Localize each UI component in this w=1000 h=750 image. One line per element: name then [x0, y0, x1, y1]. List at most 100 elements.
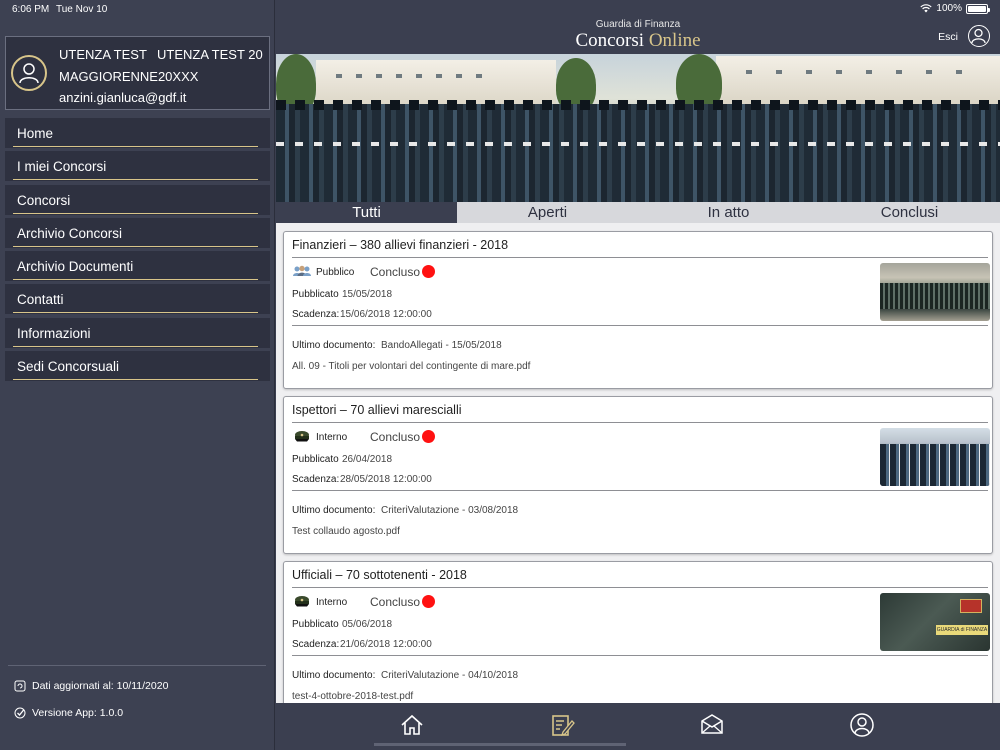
military-cap-icon	[295, 431, 309, 442]
last-document-file: test-4-ottobre-2018-test.pdf	[292, 691, 414, 702]
last-document-value: BandoAllegati - 15/05/2018	[381, 340, 502, 351]
sidebar-item-miei-concorsi[interactable]: I miei Concorsi	[5, 151, 270, 182]
item-underline	[13, 345, 258, 347]
user-name-first: UTENZA TEST	[59, 47, 147, 62]
battery-percent: 100%	[936, 3, 962, 14]
last-document-value: CriteriValutazione - 03/08/2018	[381, 505, 519, 516]
item-underline	[13, 146, 258, 147]
published-date: 15/05/2018	[342, 289, 393, 300]
app-version-label: Versione App: 1.0.0	[32, 707, 124, 719]
sidebar-item-concorsi[interactable]: Concorsi	[5, 184, 270, 215]
sidebar: UTENZA TEST UTENZA TEST 20 MAGGIORENNE20…	[0, 0, 275, 750]
published-label: Pubblicato	[292, 454, 339, 465]
wifi-icon	[920, 4, 933, 13]
deadline-date: 15/06/2018 12:00:00	[340, 309, 432, 320]
status-dot	[422, 265, 435, 278]
sidebar-item-label: Home	[17, 126, 54, 141]
item-underline	[13, 245, 258, 247]
sync-icon	[14, 680, 26, 692]
sidebar-item-label: Concorsi	[17, 192, 71, 208]
brand-title-part1: Concorsi	[575, 30, 649, 51]
avatar-icon	[11, 55, 47, 91]
deadline-date: 21/06/2018 12:00:00	[340, 639, 432, 650]
tab-aperti[interactable]: Aperti	[457, 202, 638, 223]
published-date: 05/06/2018	[342, 619, 393, 630]
concorso-card[interactable]: Finanzieri – 380 allievi finanzieri - 20…	[283, 231, 993, 389]
status-right: 100%	[920, 3, 990, 14]
card-thumbnail	[880, 263, 990, 321]
published-date: 26/04/2018	[342, 454, 393, 465]
sidebar-item-home[interactable]: Home	[5, 118, 270, 148]
published-label: Pubblicato	[292, 619, 339, 630]
divider	[292, 587, 988, 588]
divider	[292, 422, 988, 423]
status-bar: 6:06 PM Tue Nov 10 100%	[0, 0, 1000, 18]
card-status: Concluso	[370, 595, 421, 609]
card-status: Concluso	[370, 430, 421, 444]
last-document-label: Ultimo documento:	[292, 505, 376, 516]
military-cap-icon	[295, 596, 309, 607]
divider	[292, 325, 988, 326]
hero-image	[276, 54, 1000, 202]
deadline-date: 28/05/2018 12:00:00	[340, 474, 432, 485]
document-edit-icon[interactable]	[549, 712, 575, 738]
card-title: Finanzieri – 380 allievi finanzieri - 20…	[292, 238, 509, 252]
status-dot	[422, 595, 435, 608]
item-underline	[13, 312, 258, 314]
last-document-file: Test collaudo agosto.pdf	[292, 526, 400, 537]
sidebar-item-archivio-concorsi[interactable]: Archivio Concorsi	[5, 217, 270, 248]
data-updated: Dati aggiornati al: 10/11/2020	[14, 680, 168, 692]
people-group-icon	[293, 265, 311, 276]
divider	[292, 490, 988, 491]
sidebar-footer	[8, 665, 266, 666]
card-thumbnail	[880, 428, 990, 486]
filter-tabs: Tutti Aperti In atto Conclusi	[276, 202, 1000, 223]
sidebar-item-sedi-concorsuali[interactable]: Sedi Concorsuali	[5, 351, 270, 382]
user-username: MAGGIORENNE20XXX	[59, 69, 199, 84]
brand-title-part2: Online	[648, 30, 701, 51]
user-profile-icon[interactable]	[968, 25, 990, 47]
check-icon	[14, 707, 26, 719]
sidebar-menu: Home I miei Concorsi Concorsi Archivio C…	[5, 118, 270, 384]
last-document-value: CriteriValutazione - 04/10/2018	[381, 670, 519, 681]
deadline-label: Scadenza:	[292, 639, 340, 650]
last-document-label: Ultimo documento:	[292, 670, 376, 681]
status-time: 6:06 PM	[12, 4, 50, 15]
battery-icon	[966, 3, 990, 14]
deadline-label: Scadenza:	[292, 474, 340, 485]
item-underline	[13, 212, 258, 214]
user-icon[interactable]	[849, 712, 875, 738]
item-underline	[13, 179, 258, 181]
card-thumbnail: GUARDIA di FINANZA	[880, 593, 990, 651]
main-area: Guardia di Finanza Concorsi Online Esci …	[276, 0, 1000, 750]
user-email: anzini.gianluca@gdf.it	[59, 90, 187, 105]
concorsi-list: Finanzieri – 380 allievi finanzieri - 20…	[276, 223, 1000, 703]
status-date: Tue Nov 10	[56, 4, 108, 15]
card-type: Interno	[316, 597, 348, 608]
tab-conclusi[interactable]: Conclusi	[819, 202, 1000, 223]
sidebar-item-label: Contatti	[17, 292, 64, 308]
sidebar-item-label: Informazioni	[17, 325, 91, 341]
home-icon[interactable]	[399, 712, 425, 738]
sidebar-item-label: Archivio Concorsi	[17, 225, 123, 241]
tab-tutti[interactable]: Tutti	[276, 202, 457, 223]
divider	[292, 257, 988, 258]
sidebar-item-contatti[interactable]: Contatti	[5, 284, 270, 315]
user-name-second: UTENZA TEST 20	[157, 47, 263, 62]
concorso-card[interactable]: Ispettori – 70 allievi marescialli Inter…	[283, 396, 993, 554]
card-title: Ufficiali – 70 sottotenenti - 2018	[292, 568, 467, 582]
logout-button[interactable]: Esci	[938, 31, 958, 43]
concorso-card[interactable]: Ufficiali – 70 sottotenenti - 2018 Inter…	[283, 561, 993, 703]
sidebar-item-archivio-documenti[interactable]: Archivio Documenti	[5, 251, 270, 282]
sidebar-item-informazioni[interactable]: Informazioni	[5, 317, 270, 348]
mail-icon[interactable]	[699, 712, 725, 738]
card-type: Pubblico	[316, 267, 355, 278]
divider	[292, 655, 988, 656]
user-card: UTENZA TEST UTENZA TEST 20 MAGGIORENNE20…	[5, 36, 270, 110]
brand-subtitle: Guardia di Finanza	[595, 19, 681, 30]
thumbnail-badge: GUARDIA di FINANZA	[936, 625, 988, 635]
home-indicator	[374, 743, 626, 746]
tab-in-atto[interactable]: In atto	[638, 202, 819, 223]
last-document-label: Ultimo documento:	[292, 340, 376, 351]
item-underline	[13, 279, 258, 281]
